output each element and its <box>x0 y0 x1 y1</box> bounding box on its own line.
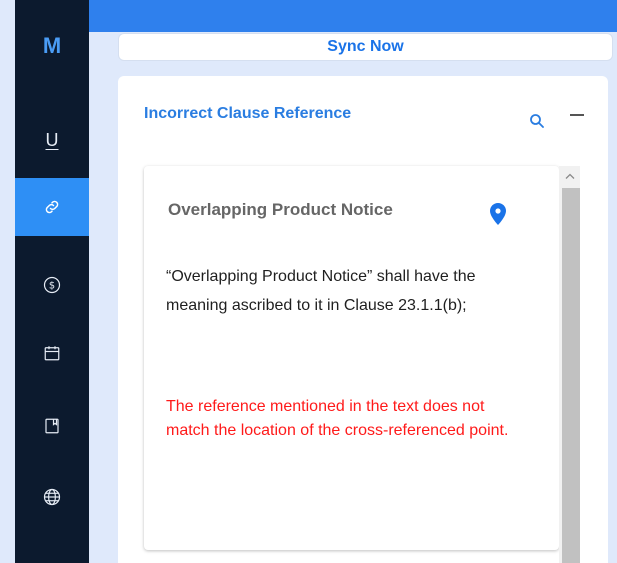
app-logo: M <box>42 33 62 58</box>
sidebar-item-calendar[interactable] <box>15 324 89 382</box>
scroll-up-button[interactable] <box>559 166 580 186</box>
sidebar-item-bookmark[interactable] <box>15 397 89 455</box>
sidebar-item-pricing[interactable]: $ <box>15 256 89 314</box>
issue-card[interactable]: Overlapping Product Notice “Overlapping … <box>144 166 559 550</box>
sidebar-item-globe[interactable] <box>15 468 89 526</box>
clause-text: “Overlapping Product Notice” shall have … <box>166 268 476 314</box>
card-heading: Overlapping Product Notice <box>168 200 393 219</box>
issue-description: The reference mentioned in the text does… <box>166 398 509 439</box>
search-icon[interactable] <box>528 112 546 130</box>
panel-title: Incorrect Clause Reference <box>144 105 352 122</box>
dollar-icon: $ <box>43 276 61 294</box>
scrollbar[interactable] <box>559 166 580 563</box>
top-bar <box>89 0 617 32</box>
sync-now-button[interactable]: Sync Now <box>118 33 613 61</box>
chevron-up-icon <box>565 173 574 179</box>
scroll-thumb[interactable] <box>562 188 580 563</box>
bookmark-icon <box>45 418 59 434</box>
underline-icon: U <box>45 129 59 150</box>
collapse-icon[interactable] <box>570 114 584 116</box>
card-list: Overlapping Product Notice “Overlapping … <box>144 166 584 563</box>
sidebar-rail: M U $ <box>15 0 89 563</box>
sidebar-item-link[interactable] <box>15 178 89 236</box>
issue-panel: Incorrect Clause Reference Overlapping P… <box>118 76 608 563</box>
svg-text:$: $ <box>49 280 55 291</box>
calendar-icon <box>44 346 60 361</box>
sidebar-item-underline[interactable]: U <box>15 111 89 169</box>
globe-icon <box>43 488 61 506</box>
location-pin-icon[interactable] <box>490 203 506 225</box>
link-icon <box>45 200 59 214</box>
